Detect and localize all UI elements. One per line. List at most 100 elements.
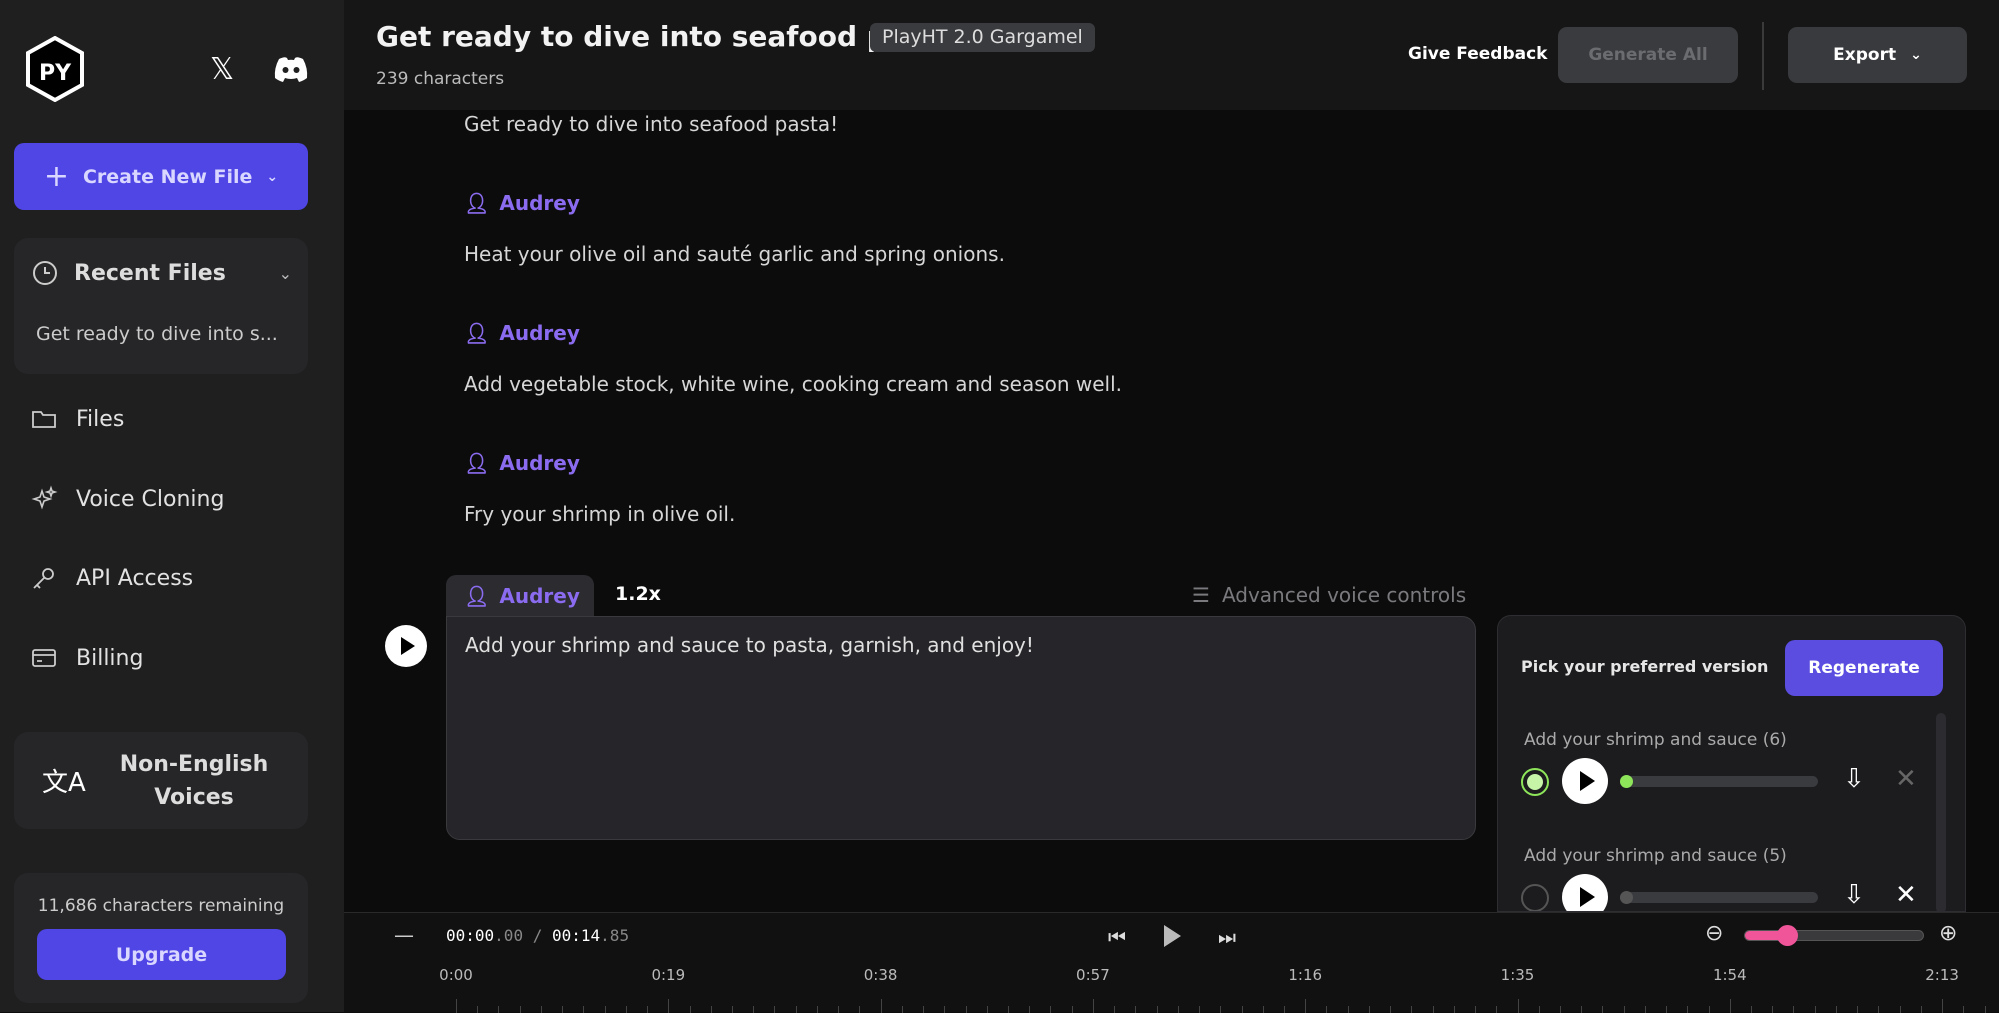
cloud-download-icon[interactable]: ⇩ [1843, 880, 1865, 910]
header-divider [1762, 22, 1764, 90]
speaker-label[interactable]: 👤︎ Audrey [464, 451, 580, 475]
zoom-out-icon[interactable]: ⊖ [1705, 921, 1723, 946]
speaker-label[interactable]: 👤︎ Audrey [464, 321, 580, 345]
sliders-icon: ☰ [1192, 583, 1210, 607]
advanced-voice-controls-button[interactable]: ☰ Advanced voice controls [1192, 583, 1466, 607]
recent-files-header[interactable]: Recent Files ⌄ [32, 260, 292, 286]
create-label: Create New File [82, 165, 253, 188]
timeline-tick [1942, 999, 1944, 1013]
player-bar: — 00:00.00 / 00:14.85 ⏮︎ ⏭︎ ⊖ ⊕ 0:00 0:19… [344, 912, 1999, 1013]
progress-thumb[interactable] [1620, 891, 1633, 904]
timeline-label: 1:35 [1500, 966, 1535, 984]
scrollbar[interactable] [1936, 713, 1946, 911]
sidebar-item-billing[interactable]: Billing [30, 644, 143, 672]
sidebar: PY 𝕏 + Create New File ⌄ Recent Files ⌄ … [0, 0, 344, 1012]
speed-button[interactable]: 1.2x [615, 583, 661, 605]
credit-card-icon [32, 649, 56, 667]
timeline-tick [1305, 999, 1307, 1013]
advanced-label: Advanced voice controls [1221, 583, 1467, 607]
active-speaker-tab[interactable]: 👤︎ Audrey [446, 575, 594, 617]
zoom-slider[interactable] [1744, 925, 1924, 946]
time-display: 00:00.00 / 00:14.85 [446, 926, 629, 945]
timeline-tick [1517, 999, 1519, 1013]
version-progress[interactable] [1620, 775, 1818, 788]
versions-panel: Pick your preferred version Regenerate A… [1497, 615, 1966, 912]
clock-icon [33, 261, 57, 285]
current-time: 00:00 [446, 926, 495, 945]
version-progress[interactable] [1620, 891, 1818, 904]
zoom-in-icon[interactable]: ⊕ [1939, 921, 1957, 946]
time-separator: / [532, 926, 543, 945]
timeline-label: 0:38 [863, 966, 898, 984]
generate-all-button[interactable]: Generate All [1558, 27, 1738, 83]
version-radio-selected[interactable] [1521, 768, 1549, 796]
characters-remaining: 11,686 characters remaining [37, 896, 285, 916]
timeline-label: 0:57 [1076, 966, 1110, 984]
versions-title: Pick your preferred version [1521, 657, 1769, 676]
skip-back-icon[interactable]: ⏮︎ [1108, 925, 1126, 949]
editor-text: Add your shrimp and sauce to pasta, garn… [465, 633, 1034, 657]
zoom-slider-thumb[interactable] [1777, 925, 1799, 946]
timeline-label: 0:19 [651, 966, 686, 984]
regenerate-button[interactable]: Regenerate [1785, 640, 1943, 696]
sidebar-item-voice-cloning[interactable]: Voice Cloning [30, 485, 224, 513]
give-feedback-button[interactable]: Give Feedback [1408, 44, 1548, 64]
x-twitter-icon[interactable]: 𝕏 [210, 52, 234, 87]
export-label: Export [1833, 45, 1897, 65]
speaker-icon: 👤︎ [464, 451, 490, 475]
recent-file-item[interactable]: Get ready to dive into s... [36, 323, 278, 345]
close-icon[interactable]: ✕ [1895, 764, 1917, 794]
sidebar-item-label: API Access [76, 565, 194, 591]
play-icon [401, 637, 415, 655]
script-line[interactable]: Get ready to dive into seafood pasta! [464, 112, 838, 136]
collapse-button[interactable]: — [394, 923, 414, 947]
timeline-ruler[interactable]: 0:00 0:19 0:38 0:57 1:16 1:35 1:54 2:13 [344, 963, 1999, 1013]
timeline-label: 0:00 [439, 966, 473, 984]
non-english-label: Non-English Voices [119, 751, 269, 810]
timeline-tick [1729, 999, 1731, 1013]
svg-text:PY: PY [39, 61, 72, 86]
create-new-file-button[interactable]: + Create New File ⌄ [14, 143, 308, 210]
sidebar-item-files[interactable]: Files [30, 405, 124, 433]
speaker-name: Audrey [499, 191, 580, 215]
radio-dot [1527, 774, 1543, 790]
upgrade-button[interactable]: Upgrade [37, 929, 286, 980]
playht-logo[interactable]: PY [25, 36, 85, 102]
active-text-editor[interactable]: Add your shrimp and sauce to pasta, garn… [446, 616, 1476, 840]
version-radio[interactable] [1521, 884, 1549, 911]
cloud-download-icon[interactable]: ⇩ [1843, 764, 1865, 794]
speaker-name: Audrey [499, 321, 580, 345]
script-line[interactable]: Fry your shrimp in olive oil. [464, 502, 735, 526]
close-icon[interactable]: ✕ [1895, 880, 1917, 910]
file-title[interactable]: Get ready to dive into seafood p... [376, 20, 919, 53]
progress-thumb[interactable] [1620, 775, 1633, 788]
discord-icon[interactable] [273, 56, 309, 82]
model-badge[interactable]: PlayHT 2.0 Gargamel [870, 23, 1095, 52]
timeline-tick [1092, 999, 1094, 1013]
export-button[interactable]: Export ⌄ [1788, 27, 1967, 83]
total-time: 00:14 [552, 926, 601, 945]
total-time-frac: .85 [600, 926, 630, 945]
play-block-button[interactable] [385, 625, 427, 667]
chevron-down-icon: ⌄ [266, 168, 279, 185]
play-icon [1579, 771, 1595, 791]
timeline-tick [880, 999, 882, 1013]
script-line[interactable]: Heat your olive oil and sauté garlic and… [464, 242, 1005, 266]
skip-forward-icon[interactable]: ⏭︎ [1218, 925, 1236, 949]
speaker-icon: 👤︎ [464, 321, 490, 345]
version-play-button[interactable] [1562, 758, 1608, 804]
chevron-down-icon: ⌄ [278, 263, 292, 283]
recent-files-title: Recent Files [74, 260, 226, 286]
script-line[interactable]: Add vegetable stock, white wine, cooking… [464, 372, 1122, 396]
speaker-label[interactable]: 👤︎ Audrey [464, 191, 580, 215]
speaker-icon: 👤︎ [464, 584, 490, 608]
speaker-icon: 👤︎ [464, 191, 490, 215]
key-icon [33, 568, 54, 589]
non-english-voices-button[interactable]: 文A Non-English Voices [14, 732, 308, 829]
sidebar-item-api-access[interactable]: API Access [30, 564, 193, 592]
recent-files-panel: Recent Files ⌄ Get ready to dive into s.… [14, 238, 308, 374]
folder-icon [32, 411, 56, 428]
character-count: 239 characters [376, 69, 505, 89]
play-icon[interactable] [1164, 925, 1181, 947]
version-play-button[interactable] [1562, 874, 1608, 911]
